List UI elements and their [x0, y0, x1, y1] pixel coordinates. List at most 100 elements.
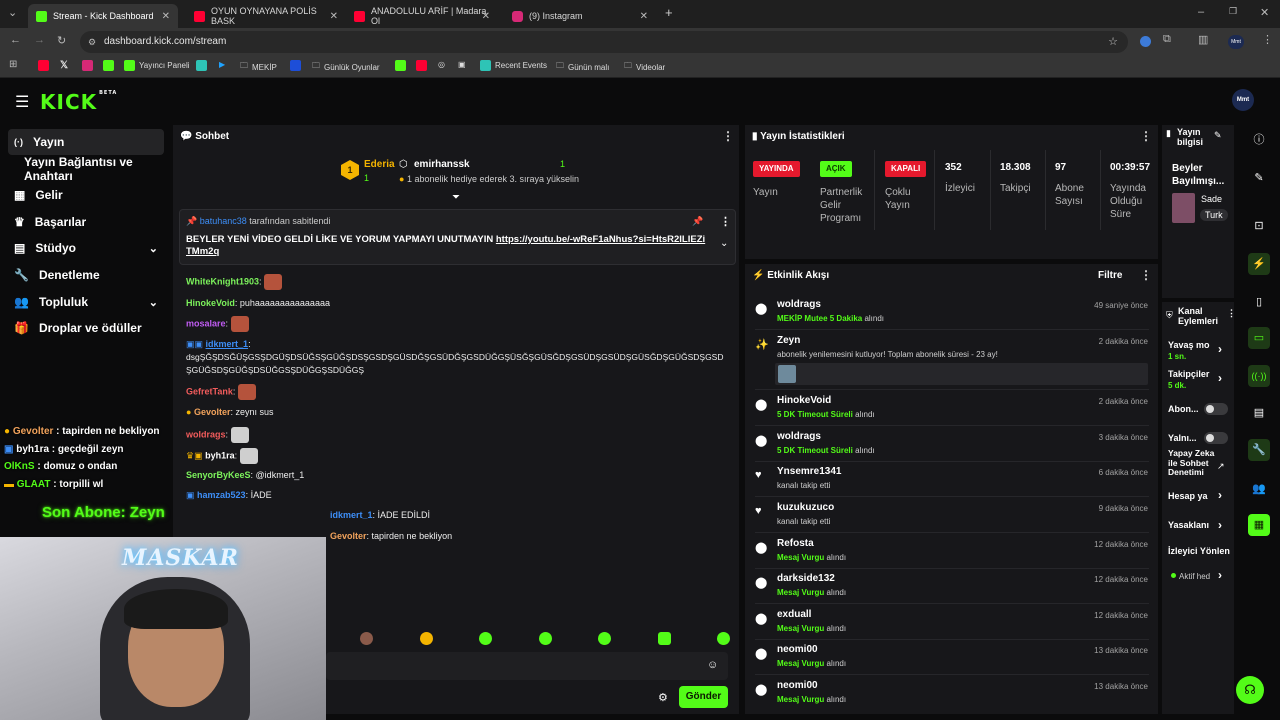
activity-username[interactable]: Ynsemre1341: [777, 466, 842, 477]
chat-username[interactable]: SenyorByKeeS: [186, 470, 251, 480]
bookmark-instagram[interactable]: [82, 60, 93, 71]
top-gifter-name[interactable]: Ederia: [364, 159, 395, 170]
ai-moderation-item[interactable]: Yapay Zeka ile Sohbet Denetimi: [1168, 448, 1216, 478]
tab-instagram[interactable]: (9) Instagram ✕: [504, 4, 656, 28]
user-avatar[interactable]: Mmt: [1232, 89, 1254, 111]
chevron-right-icon[interactable]: ›: [1218, 371, 1222, 385]
tab-youtube-2[interactable]: ANADOLULU ARİF | Madara Ol ✕: [346, 4, 498, 28]
broadcast-icon[interactable]: ((·)): [1248, 365, 1270, 387]
activity-username[interactable]: Refosta: [777, 538, 814, 549]
channel-actions-more-icon[interactable]: ⋮: [1227, 308, 1236, 319]
chat-username[interactable]: idkmert_1: [330, 510, 373, 520]
chevron-right-icon[interactable]: ›: [1218, 518, 1222, 532]
chat-username[interactable]: WhiteKnight1903: [186, 276, 259, 286]
kick-logo[interactable]: KICK BETA: [40, 90, 117, 114]
extension-icon[interactable]: [1140, 36, 1151, 47]
tab-youtube-1[interactable]: OYUN OYNAYANA POLİS BASK ✕: [186, 4, 346, 28]
chevron-right-icon[interactable]: ›: [1218, 488, 1222, 502]
edit-icon[interactable]: ✎: [1214, 130, 1222, 141]
emote-icon[interactable]: [538, 632, 552, 645]
forward-icon[interactable]: →: [34, 34, 45, 46]
people-icon[interactable]: 👥: [1248, 478, 1270, 500]
bookmark-star-icon[interactable]: ☆: [1108, 31, 1118, 53]
chat-username[interactable]: GefretTank: [186, 386, 233, 396]
gift-event-user[interactable]: emirhanssk: [414, 159, 470, 170]
bookmark-kick[interactable]: [103, 60, 114, 71]
pinned-collapse-icon[interactable]: ⌄: [720, 238, 728, 249]
chat-input[interactable]: [326, 652, 728, 680]
filter-button[interactable]: Filtre: [1098, 270, 1122, 281]
bookmark-recent-events[interactable]: Recent Events: [480, 60, 547, 71]
close-icon[interactable]: ✕: [162, 11, 170, 22]
url-input[interactable]: ⚙ dashboard.kick.com/stream ☆: [80, 31, 1128, 53]
layout-icon[interactable]: ▤: [1248, 402, 1270, 424]
send-button[interactable]: Gönder: [679, 686, 728, 708]
info-circle-icon[interactable]: ⓘ: [1248, 129, 1270, 151]
chat-username[interactable]: HinokeVoid: [186, 298, 235, 308]
bookmark-image[interactable]: ▣: [458, 60, 466, 69]
wrench-icon[interactable]: 🔧: [1248, 439, 1270, 461]
minimize-icon[interactable]: –: [1198, 6, 1204, 18]
chat-username[interactable]: Gevolter: [194, 407, 231, 417]
maximize-icon[interactable]: ❐: [1229, 6, 1237, 17]
support-headset-icon[interactable]: ☊: [1236, 676, 1264, 704]
expand-down-icon[interactable]: ⏷: [452, 192, 460, 203]
unpin-icon[interactable]: 📌: [692, 216, 703, 227]
menu-icon[interactable]: ☰: [15, 92, 29, 112]
bookmark-mekip[interactable]: 🗀 MEKİP: [240, 60, 277, 74]
bolt-icon[interactable]: ⚡: [1248, 253, 1270, 275]
bookmark-videolar[interactable]: 🗀 Videolar: [624, 60, 665, 74]
emoji-picker-icon[interactable]: ☺: [707, 659, 718, 671]
sidebar-item-gelir[interactable]: ▦ Gelir: [8, 182, 164, 208]
chat-username[interactable]: byh1ra: [205, 450, 235, 460]
pinned-more-icon[interactable]: ⋮: [720, 215, 731, 228]
activity-username[interactable]: darkside132: [777, 573, 835, 584]
tab-kick-dashboard[interactable]: Stream - Kick Dashboard ✕: [28, 4, 178, 28]
window-close-icon[interactable]: ✕: [1260, 6, 1269, 19]
chevron-right-icon[interactable]: ›: [1218, 342, 1222, 356]
side-panel-icon[interactable]: ▥: [1198, 33, 1208, 46]
sidebar-item-yayin[interactable]: (·) Yayın: [8, 129, 164, 155]
bookmark-yayinci-paneli[interactable]: Yayıncı Paneli: [124, 60, 190, 71]
sidebar-item-droplar[interactable]: 🎁 Droplar ve ödüller: [8, 315, 164, 341]
new-tab-button[interactable]: +: [665, 5, 673, 20]
sidebar-item-stream-key[interactable]: Yayın Bağlantısı ve Anahtarı: [8, 155, 164, 183]
emote-icon[interactable]: [360, 632, 373, 645]
bookmark-app[interactable]: [196, 60, 207, 71]
active-target-item[interactable]: Aktif hed: [1179, 571, 1210, 582]
chat-username[interactable]: hamzab523: [197, 490, 246, 500]
stats-more-icon[interactable]: ⋮: [1140, 129, 1152, 143]
activity-username[interactable]: HinokeVoid: [777, 395, 831, 406]
followers-only-item[interactable]: Takipçiler 5 dk.: [1168, 369, 1209, 391]
chat-icon[interactable]: ▭: [1248, 327, 1270, 349]
close-icon[interactable]: ✕: [482, 11, 490, 22]
activity-username[interactable]: exduall: [777, 609, 811, 620]
capture-icon[interactable]: ⊡: [1248, 215, 1270, 237]
site-info-icon[interactable]: ⚙: [88, 31, 96, 53]
document-icon[interactable]: ▯: [1248, 291, 1270, 313]
slow-mode-item[interactable]: Yavaş mo 1 sn.: [1168, 340, 1210, 362]
sidebar-item-denetleme[interactable]: 🔧 Denetleme: [8, 262, 164, 288]
bookmark-youtube[interactable]: [38, 60, 49, 71]
activity-username[interactable]: neomi00: [777, 644, 818, 655]
activity-more-icon[interactable]: ⋮: [1140, 268, 1152, 282]
chat-username[interactable]: woldrags: [186, 429, 226, 439]
reload-icon[interactable]: ↻: [57, 34, 66, 47]
emote-icon[interactable]: [657, 632, 671, 645]
chat-username[interactable]: Gevolter: [330, 531, 367, 541]
emotes-only-toggle[interactable]: [1204, 432, 1228, 444]
chat-username[interactable]: mosalare: [186, 318, 226, 328]
chevron-right-icon[interactable]: ›: [1218, 568, 1222, 582]
clapper-icon[interactable]: ▦: [1248, 514, 1270, 536]
activity-username[interactable]: woldrags: [777, 299, 821, 310]
bookmark-prime[interactable]: ▶: [219, 60, 225, 69]
bookmark-kick-2[interactable]: [395, 60, 406, 71]
activity-username[interactable]: kuzukuzuco: [777, 502, 834, 513]
sidebar-item-basarilar[interactable]: ♛ Başarılar: [8, 209, 164, 235]
profile-avatar-icon[interactable]: Mmt: [1228, 35, 1244, 49]
bookmark-app2[interactable]: [290, 60, 301, 71]
emote-icon[interactable]: [717, 632, 730, 645]
bookmark-globe[interactable]: ◎: [438, 60, 445, 69]
close-icon[interactable]: ✕: [330, 11, 338, 22]
chat-username[interactable]: idkmert_1: [206, 339, 249, 349]
